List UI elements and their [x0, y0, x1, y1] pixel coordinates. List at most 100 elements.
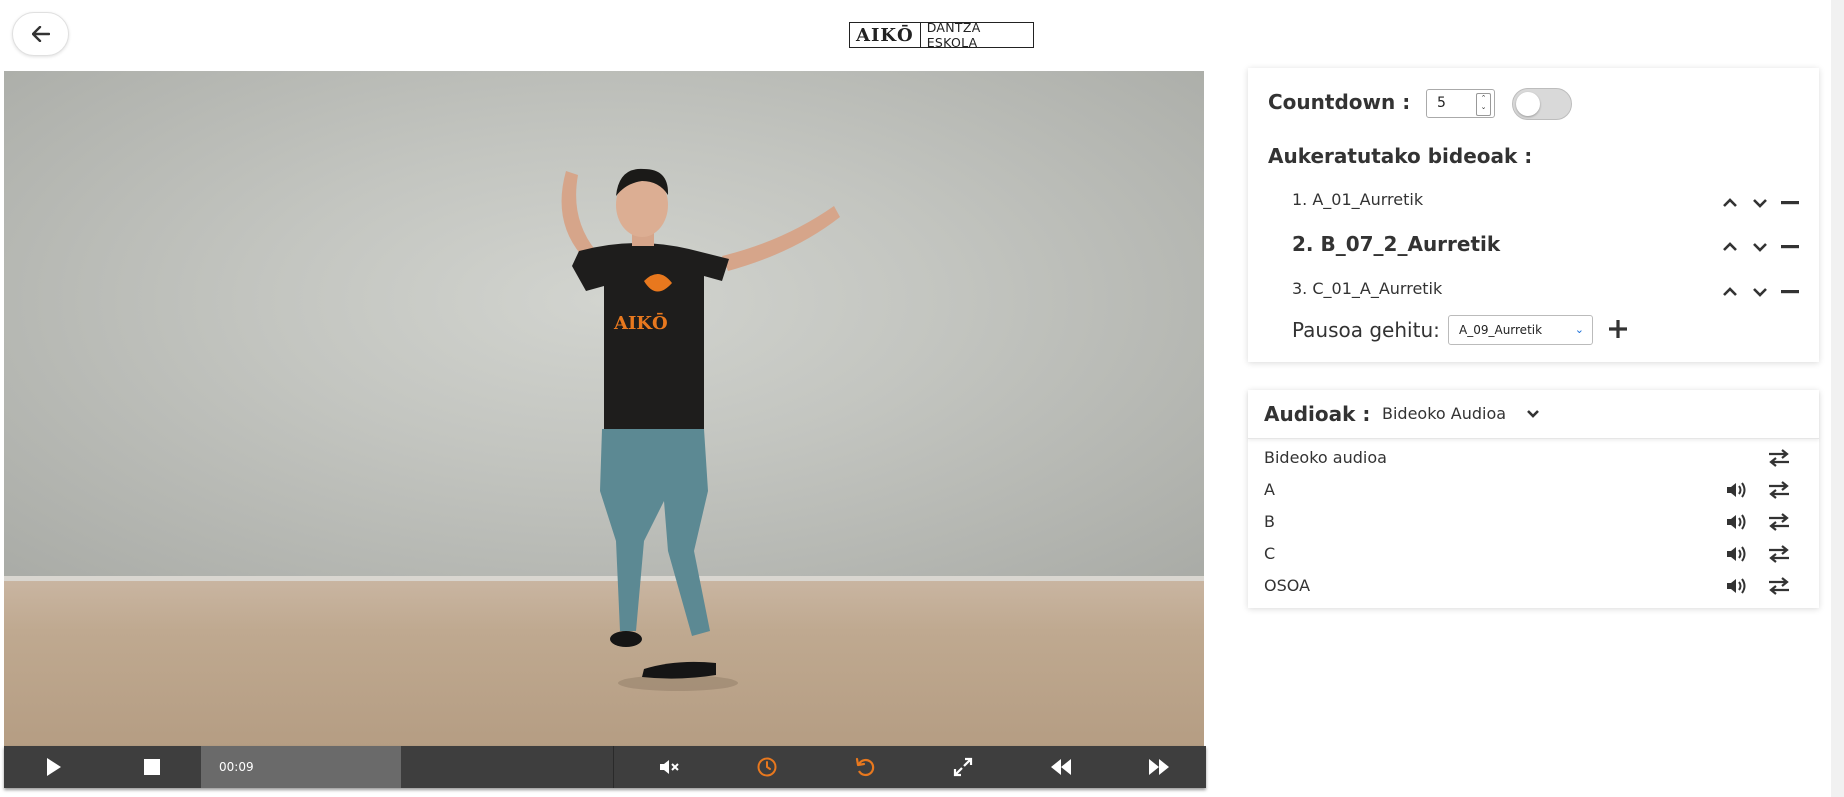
exchange-icon: [1769, 577, 1789, 595]
video-player[interactable]: AIKŌ: [4, 71, 1204, 747]
video-item-2-actions: [1718, 235, 1802, 259]
volume-button[interactable]: [1724, 542, 1750, 566]
minus-icon: [1781, 290, 1799, 294]
move-down-button[interactable]: [1748, 191, 1772, 215]
countdown-spinner[interactable]: ⌃ ⌄: [1476, 93, 1491, 116]
rotate-left-icon: [855, 757, 875, 777]
plus-icon: [1609, 320, 1627, 338]
dancer-figure: AIKŌ: [561, 168, 840, 691]
fullscreen-button[interactable]: [943, 746, 983, 788]
exchange-icon: [1769, 481, 1789, 499]
remove-button[interactable]: [1778, 280, 1802, 304]
chevron-down-icon: [1753, 288, 1767, 297]
page-scrollbar[interactable]: [1831, 0, 1844, 797]
chevron-up-icon: [1723, 198, 1737, 207]
volume-up-icon: [1727, 578, 1746, 594]
current-time: 00:09: [219, 760, 254, 774]
move-up-button[interactable]: [1718, 280, 1742, 304]
audio-row-a: A: [1264, 480, 1275, 499]
rewind-button[interactable]: [1041, 746, 1081, 788]
minus-icon: [1781, 201, 1799, 205]
volume-up-icon: [1727, 546, 1746, 562]
minus-icon: [1781, 245, 1799, 249]
move-down-button[interactable]: [1748, 280, 1772, 304]
countdown-input[interactable]: 5 ⌃ ⌄: [1426, 89, 1495, 118]
volume-button[interactable]: [1724, 478, 1750, 502]
move-up-button[interactable]: [1718, 235, 1742, 259]
audio-row-a-actions: [1724, 478, 1804, 502]
audio-row-osoa-actions: [1724, 574, 1804, 598]
playlist-panel: Countdown : 5 ⌃ ⌄ Aukeratutako bideoak : …: [1248, 68, 1819, 362]
repeat-button[interactable]: [1766, 574, 1792, 598]
volume-mute-icon: [660, 760, 679, 774]
countdown-label: Countdown :: [1268, 90, 1411, 114]
move-up-button[interactable]: [1718, 191, 1742, 215]
arrow-left-icon: [31, 26, 50, 42]
audio-dropdown-button[interactable]: [1523, 404, 1543, 424]
video-item-2[interactable]: 2. B_07_2_Aurretik: [1292, 232, 1500, 256]
audio-row-osoa: OSOA: [1264, 576, 1311, 595]
countdown-value: 5: [1437, 95, 1446, 111]
repeat-button[interactable]: [1766, 446, 1792, 470]
svg-text:AIKŌ: AIKŌ: [613, 311, 668, 334]
player-controls: 00:09: [4, 746, 1206, 788]
forward-button[interactable]: [1139, 746, 1179, 788]
exchange-icon: [1769, 513, 1789, 531]
video-item-1[interactable]: 1. A_01_Aurretik: [1292, 190, 1423, 209]
exchange-icon: [1769, 449, 1789, 467]
video-item-3[interactable]: 3. C_01_A_Aurretik: [1292, 279, 1442, 298]
select-caret-icon: ⌄: [1574, 323, 1584, 336]
backward-icon: [1051, 759, 1071, 775]
logo-brand: AIKŌ: [850, 23, 921, 47]
repeat-button[interactable]: [1766, 510, 1792, 534]
clock-icon: [757, 757, 777, 777]
stop-icon: [144, 759, 160, 775]
loop-button[interactable]: [845, 746, 885, 788]
audio-select[interactable]: Bideoko Audioa: [1382, 404, 1506, 423]
remove-button[interactable]: [1778, 235, 1802, 259]
volume-up-icon: [1727, 514, 1746, 530]
chevron-down-icon: [1753, 243, 1767, 252]
chevron-down-icon: [1527, 410, 1539, 418]
stop-button[interactable]: [132, 746, 172, 788]
add-step-select-value: A_09_Aurretik: [1459, 323, 1543, 337]
audio-header: Audioak : Bideoko Audioa: [1248, 390, 1819, 439]
audio-row-video-actions: [1724, 446, 1804, 470]
audio-row-video: Bideoko audioa: [1264, 448, 1387, 467]
video-item-3-actions: [1718, 280, 1802, 304]
toggle-knob: [1516, 92, 1540, 116]
selected-videos-label: Aukeratutako bideoak :: [1268, 144, 1533, 168]
back-button[interactable]: [12, 12, 69, 56]
chevron-up-icon: [1723, 287, 1737, 296]
audio-row-b: B: [1264, 512, 1275, 531]
logo-subtitle: DANTZA ESKOLA: [926, 20, 981, 50]
expand-icon: [953, 757, 973, 777]
audio-panel: Audioak : Bideoko Audioa Bideoko audioa …: [1248, 390, 1819, 608]
chevron-up-icon: [1723, 242, 1737, 251]
volume-up-icon: [1727, 482, 1746, 498]
controls-divider: [613, 746, 614, 788]
forward-icon: [1149, 759, 1169, 775]
add-step-select[interactable]: A_09_Aurretik ⌄: [1448, 315, 1593, 345]
move-down-button[interactable]: [1748, 235, 1772, 259]
repeat-button[interactable]: [1766, 478, 1792, 502]
audio-row-c: C: [1264, 544, 1276, 563]
mute-button[interactable]: [649, 746, 689, 788]
volume-button[interactable]: [1724, 510, 1750, 534]
countdown-button[interactable]: [747, 746, 787, 788]
exchange-icon: [1769, 545, 1789, 563]
logo: AIKŌ DANTZA ESKOLA: [849, 20, 1034, 50]
chevron-down-icon: [1753, 199, 1767, 208]
play-icon: [47, 758, 61, 776]
add-step-label: Pausoa gehitu:: [1292, 318, 1440, 342]
repeat-button[interactable]: [1766, 542, 1792, 566]
remove-button[interactable]: [1778, 191, 1802, 215]
volume-button[interactable]: [1724, 574, 1750, 598]
audio-row-b-actions: [1724, 510, 1804, 534]
add-step-button[interactable]: [1605, 316, 1631, 342]
audio-row-c-actions: [1724, 542, 1804, 566]
countdown-toggle[interactable]: [1512, 88, 1572, 120]
video-item-1-actions: [1718, 191, 1802, 215]
play-button[interactable]: [34, 746, 74, 788]
audio-label: Audioak :: [1264, 402, 1371, 426]
